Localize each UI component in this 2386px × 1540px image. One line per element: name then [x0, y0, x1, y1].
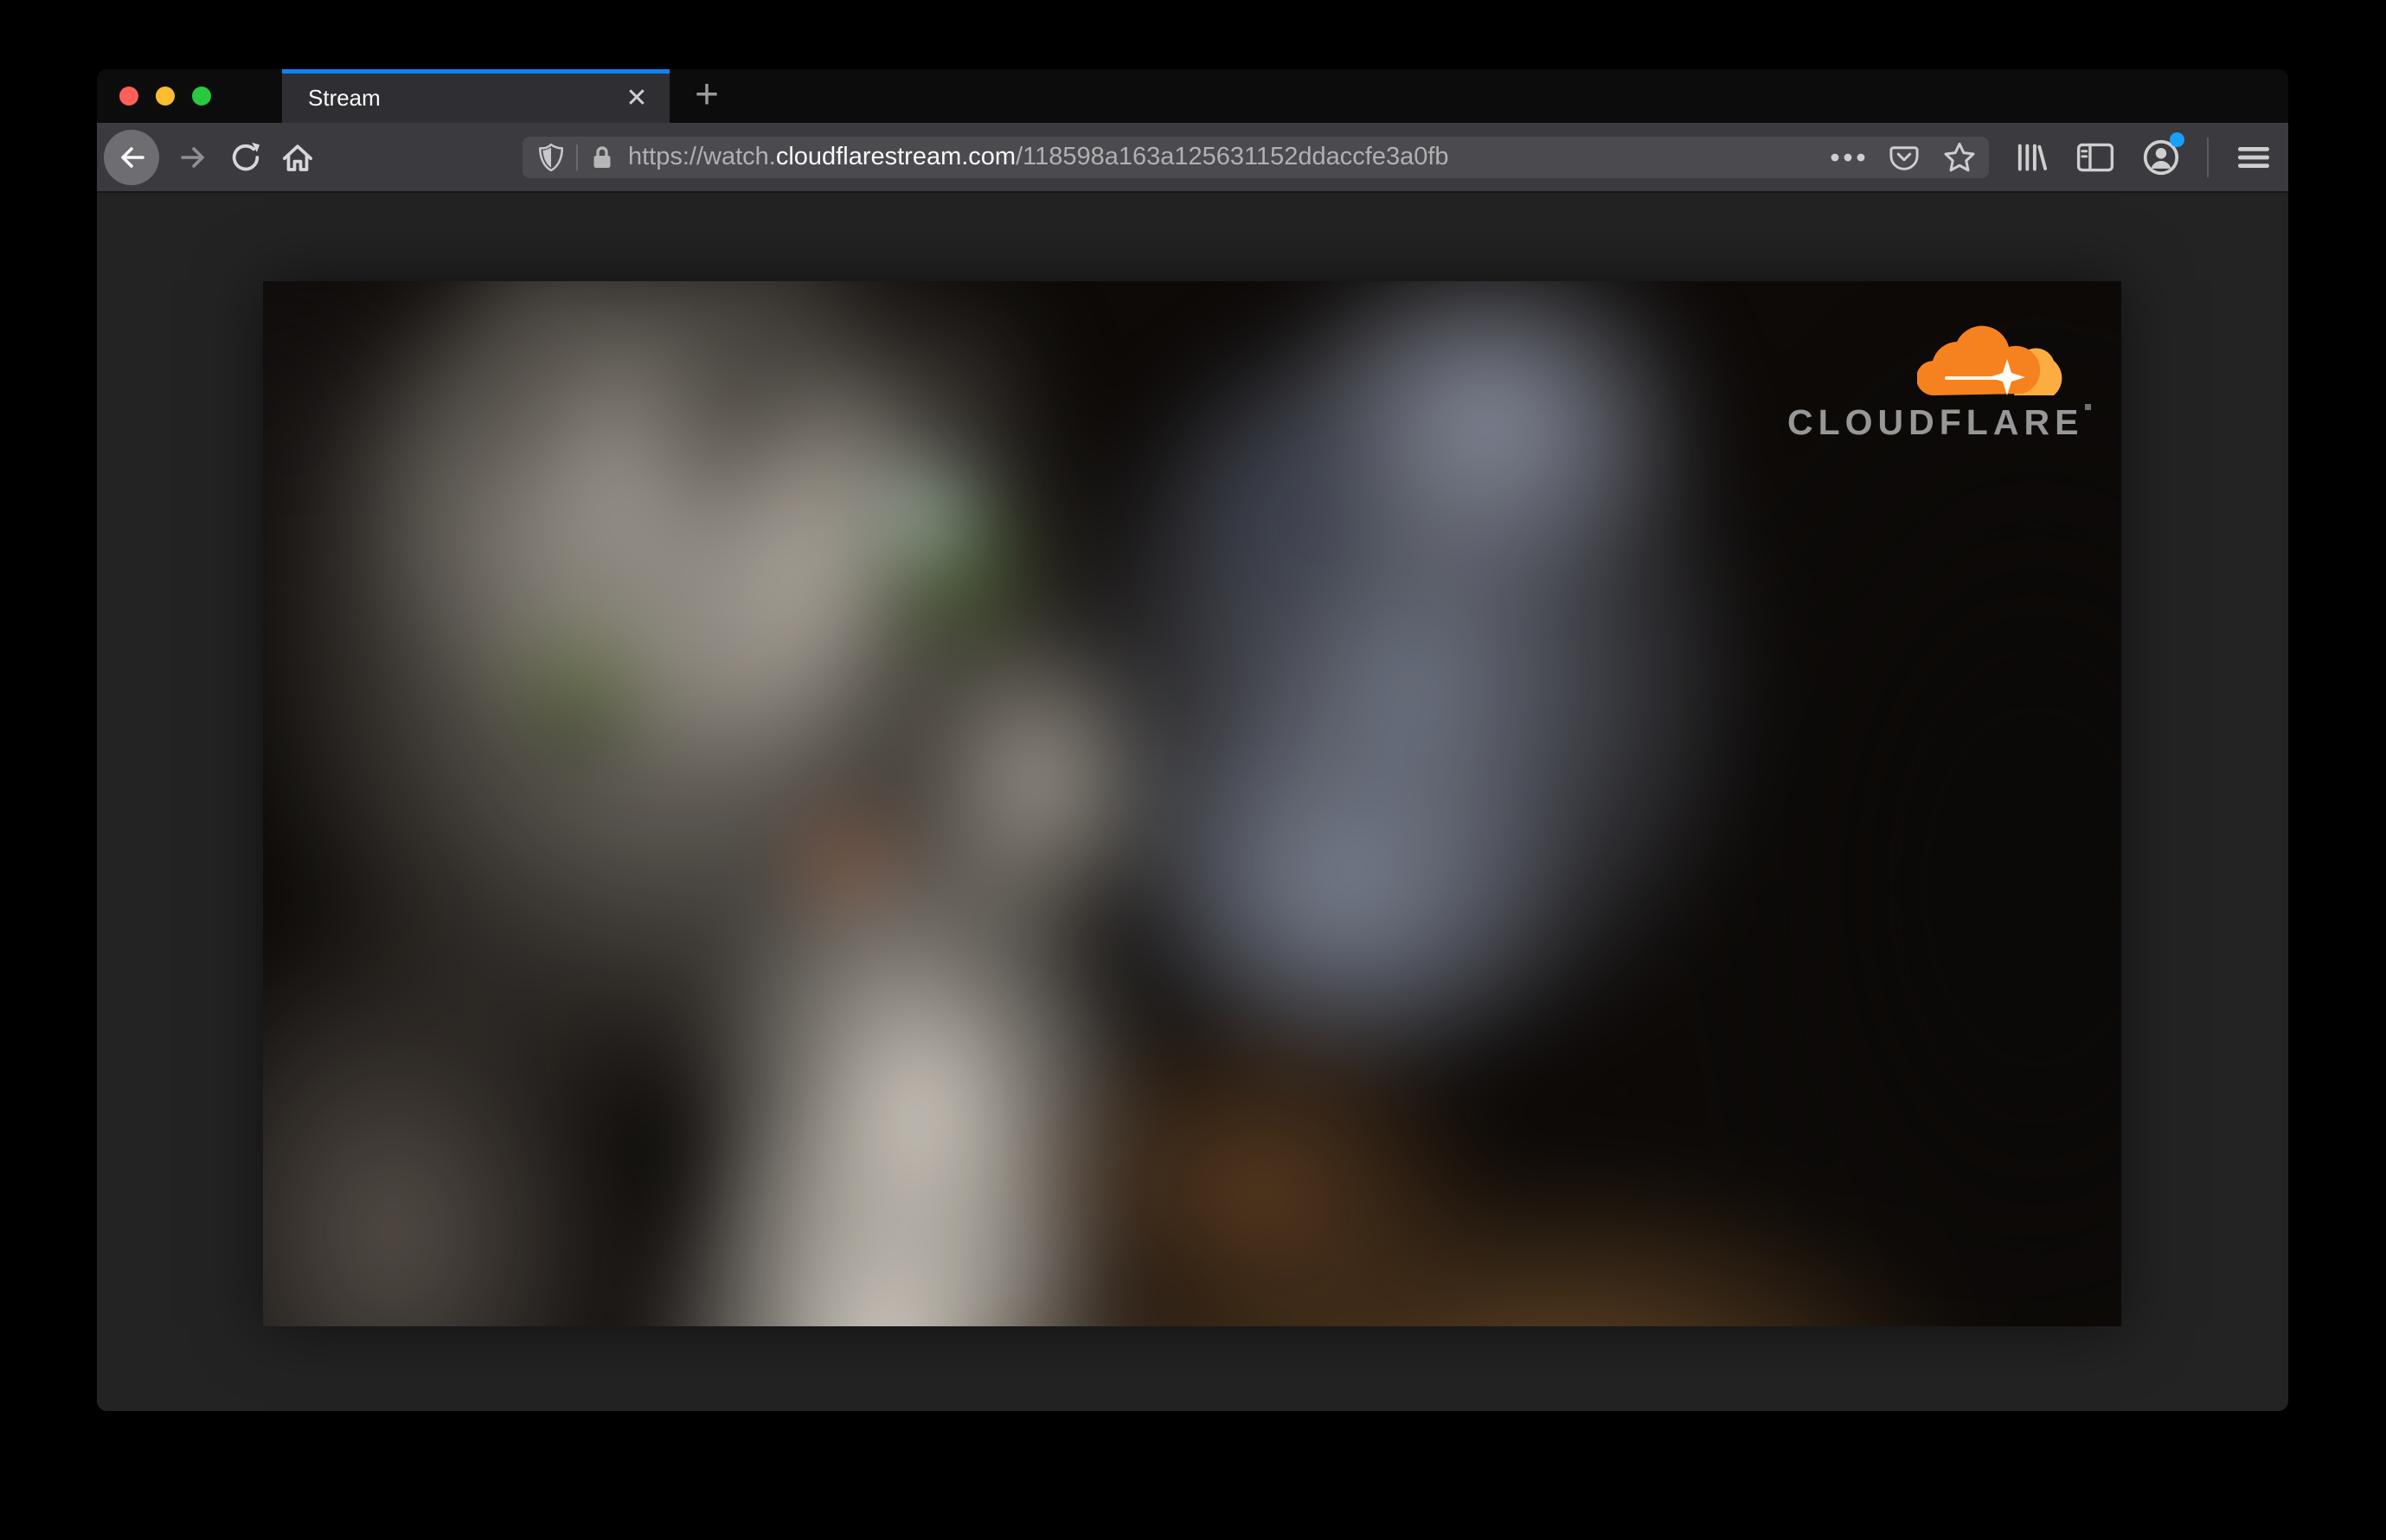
tab-stream[interactable]: Stream ✕	[282, 69, 670, 123]
tab-title: Stream	[308, 84, 381, 111]
urlbar-actions	[1830, 140, 1977, 175]
back-arrow-icon	[114, 140, 149, 175]
page-content: CLOUDFLARE	[97, 195, 2288, 1411]
home-icon	[279, 139, 316, 176]
urlbar-divider	[576, 144, 578, 170]
forward-arrow-icon	[176, 140, 211, 175]
account-button[interactable]	[2141, 132, 2184, 177]
url-path: /118598a163a125631152ddaccfe3a0fb	[1016, 143, 1449, 170]
navigation-toolbar: https://watch.cloudflarestream.com/11859…	[97, 123, 2288, 193]
traffic-lights	[97, 69, 211, 123]
toolbar-right-icons	[2011, 132, 2273, 177]
screenshot-stage: Stream ✕ + https://watch.cloudflarestrea…	[0, 0, 2386, 1540]
video-player[interactable]: CLOUDFLARE	[263, 281, 2121, 1326]
tab-bar: Stream ✕ +	[97, 69, 2288, 123]
cloudflare-wordmark: CLOUDFLARE	[1787, 402, 2092, 443]
trademark-mark	[2085, 404, 2092, 410]
window-zoom-button[interactable]	[192, 87, 211, 106]
lock-icon[interactable]	[590, 144, 614, 171]
account-notification-dot	[2170, 132, 2184, 147]
tab-close-icon[interactable]: ✕	[618, 69, 656, 123]
url-bar[interactable]: https://watch.cloudflarestream.com/11859…	[523, 136, 1989, 178]
menu-hamburger-icon[interactable]	[2235, 142, 2273, 173]
window-minimize-button[interactable]	[156, 87, 175, 106]
page-actions-icon[interactable]	[1830, 152, 1866, 163]
reload-icon	[228, 140, 263, 175]
url-text[interactable]: https://watch.cloudflarestream.com/11859…	[628, 143, 1819, 171]
bookmark-star-icon[interactable]	[1942, 140, 1977, 175]
window-close-button[interactable]	[119, 87, 138, 106]
home-button[interactable]	[273, 130, 322, 185]
library-icon[interactable]	[2011, 138, 2049, 176]
sidebar-toggle-icon[interactable]	[2075, 140, 2115, 175]
browser-window: Stream ✕ + https://watch.cloudflarestrea…	[97, 69, 2288, 1411]
url-scheme: https://watch.	[628, 143, 776, 170]
toolbar-separator	[2207, 137, 2209, 177]
tracking-protection-shield-icon[interactable]	[538, 143, 564, 172]
new-tab-button[interactable]: +	[670, 69, 744, 123]
url-domain: cloudflarestream.com	[775, 143, 1017, 170]
cloudflare-cloud-icon	[1917, 325, 2062, 396]
pocket-icon[interactable]	[1889, 142, 1920, 173]
cloudflare-watermark: CLOUDFLARE	[1787, 324, 2092, 443]
back-button[interactable]	[104, 129, 159, 185]
forward-button[interactable]	[171, 130, 216, 185]
reload-button[interactable]	[221, 130, 270, 185]
